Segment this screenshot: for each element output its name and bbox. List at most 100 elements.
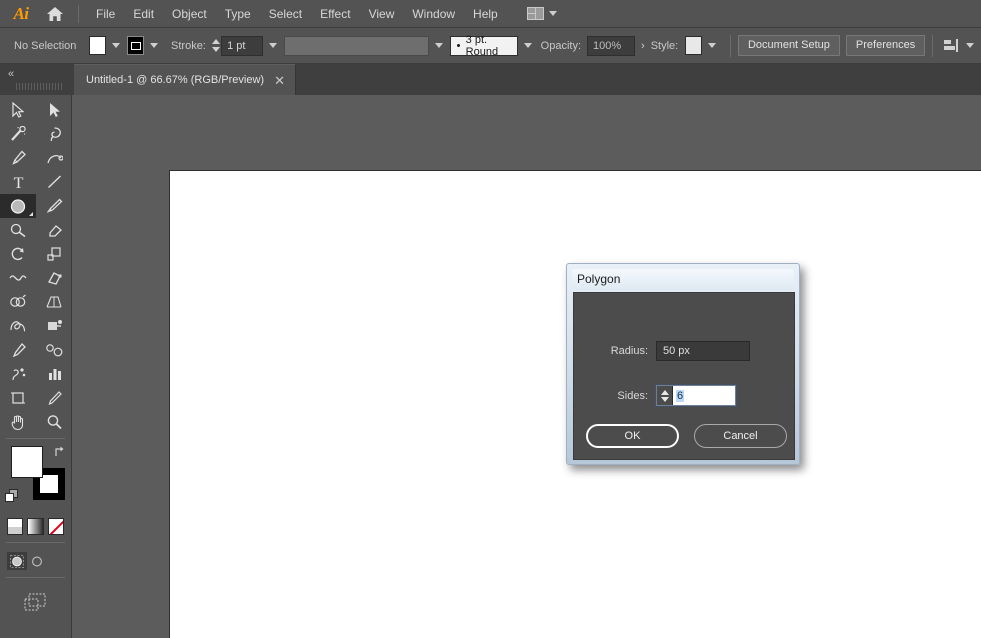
stroke-weight-stepper[interactable] — [212, 36, 220, 56]
mesh-tool[interactable] — [0, 314, 36, 338]
panel-collapse-region[interactable]: « — [4, 66, 72, 95]
chevron-double-left-icon[interactable]: « — [8, 68, 14, 80]
opacity-chevron-right-icon[interactable]: › — [641, 40, 645, 52]
home-icon[interactable] — [40, 1, 70, 27]
magic-wand-tool[interactable] — [0, 122, 36, 146]
menu-item-window[interactable]: Window — [403, 3, 464, 25]
menu-divider — [78, 4, 79, 23]
fill-color-box[interactable] — [11, 446, 43, 478]
menu-item-help[interactable]: Help — [464, 3, 507, 25]
menu-item-view[interactable]: View — [360, 3, 404, 25]
document-setup-button[interactable]: Document Setup — [737, 35, 840, 56]
sides-input-wrapper[interactable]: 6 — [655, 384, 737, 407]
tools-grid: T — [0, 95, 71, 434]
control-divider — [730, 34, 731, 57]
fill-chevron-down-icon[interactable] — [112, 43, 121, 48]
align-chevron-down-icon[interactable] — [965, 43, 974, 48]
document-tab[interactable]: Untitled-1 @ 66.67% (RGB/Preview) ✕ — [74, 64, 296, 95]
canvas-area[interactable] — [72, 95, 981, 638]
sides-input[interactable]: 6 — [673, 386, 735, 405]
stroke-color-swatch[interactable] — [127, 36, 145, 55]
dock-grip — [16, 83, 64, 90]
menu-item-effect[interactable]: Effect — [311, 3, 359, 25]
menu-item-select[interactable]: Select — [260, 3, 311, 25]
ok-button[interactable]: OK — [586, 424, 679, 448]
align-objects-icon[interactable] — [943, 38, 960, 53]
direct-selection-tool[interactable] — [36, 98, 72, 122]
selection-tool[interactable] — [0, 98, 36, 122]
eyedropper-tool[interactable] — [0, 338, 36, 362]
gradient-mode-button[interactable] — [27, 518, 44, 535]
perspective-grid-tool[interactable] — [36, 290, 72, 314]
stroke-chevron-down-icon[interactable] — [150, 43, 159, 48]
color-mode-button[interactable] — [7, 518, 24, 535]
graphic-style-swatch[interactable] — [685, 36, 703, 55]
document-tab-label: Untitled-1 @ 66.67% (RGB/Preview) — [86, 74, 265, 86]
radius-label: Radius: — [610, 345, 648, 357]
shaper-tool[interactable] — [0, 218, 36, 242]
radius-input[interactable]: 50 px — [656, 341, 750, 361]
slice-tool[interactable] — [36, 386, 72, 410]
brush-definition-dropdown[interactable]: 3 pt. Round — [449, 34, 518, 58]
stepper-up-icon — [660, 389, 669, 395]
style-label: Style: — [650, 39, 679, 52]
scale-tool[interactable] — [36, 242, 72, 266]
cancel-button[interactable]: Cancel — [694, 424, 787, 448]
fill-color-swatch[interactable] — [89, 36, 107, 55]
rotate-tool[interactable] — [0, 242, 36, 266]
curvature-tool[interactable] — [36, 146, 72, 170]
polygon-dialog: Polygon Radius: 50 px Sides: 6 OK Cancel — [566, 263, 800, 465]
preferences-button[interactable]: Preferences — [845, 35, 926, 56]
shape-tool[interactable] — [0, 194, 36, 218]
pen-tool[interactable] — [0, 146, 36, 170]
dialog-body: Radius: 50 px Sides: 6 OK Cancel — [573, 292, 795, 460]
default-fill-stroke-icon[interactable] — [5, 489, 19, 503]
opacity-input[interactable]: 100% — [587, 35, 636, 56]
lasso-tool[interactable] — [36, 122, 72, 146]
free-transform-tool[interactable] — [36, 266, 72, 290]
sides-label: Sides: — [617, 389, 648, 402]
eraser-tool[interactable] — [36, 218, 72, 242]
width-tool[interactable] — [0, 266, 36, 290]
svg-text:T: T — [13, 175, 23, 190]
hand-tool[interactable] — [0, 410, 36, 434]
app-logo-icon: Ai — [13, 3, 29, 23]
stroke-weight-label: Stroke: — [171, 39, 206, 52]
menu-item-type[interactable]: Type — [216, 3, 260, 25]
stepper-up-icon — [212, 39, 220, 44]
width-profile-chevron-down-icon[interactable] — [434, 43, 443, 48]
fill-stroke-controls — [0, 443, 72, 515]
none-mode-button[interactable] — [47, 518, 64, 535]
draw-behind-button[interactable] — [27, 552, 47, 570]
arrange-documents-button[interactable] — [523, 5, 561, 22]
toolbar-divider-3 — [6, 577, 65, 578]
menu-item-object[interactable]: Object — [163, 3, 216, 25]
style-chevron-down-icon[interactable] — [708, 43, 717, 48]
menu-item-edit[interactable]: Edit — [124, 3, 163, 25]
brush-chevron-down-icon[interactable] — [523, 43, 532, 48]
draw-normal-button[interactable] — [7, 552, 27, 570]
stepper-down-icon — [660, 396, 669, 402]
shape-builder-tool[interactable] — [0, 290, 36, 314]
width-profile-dropdown[interactable] — [284, 35, 429, 56]
stroke-weight-input[interactable]: 1 pt — [221, 35, 264, 56]
line-segment-tool[interactable] — [36, 170, 72, 194]
arrange-documents-icon — [526, 7, 544, 20]
radius-row: Radius: 50 px — [586, 341, 750, 361]
stepper-icon[interactable] — [657, 386, 673, 405]
edit-toolbar-button[interactable] — [0, 614, 71, 638]
screen-mode-button[interactable] — [0, 582, 71, 614]
toolbar-divider-2 — [6, 542, 65, 543]
blend-tool[interactable] — [36, 338, 72, 362]
close-icon[interactable]: ✕ — [274, 74, 285, 87]
artboard-tool[interactable] — [0, 386, 36, 410]
gradient-tool[interactable] — [36, 314, 72, 338]
column-graph-tool[interactable] — [36, 362, 72, 386]
stroke-weight-chevron-down-icon[interactable] — [269, 43, 278, 48]
swap-fill-stroke-icon[interactable] — [53, 445, 66, 458]
paintbrush-tool[interactable] — [36, 194, 72, 218]
symbol-sprayer-tool[interactable] — [0, 362, 36, 386]
menu-item-file[interactable]: File — [87, 3, 124, 25]
type-tool[interactable]: T — [0, 170, 36, 194]
zoom-tool[interactable] — [36, 410, 72, 434]
